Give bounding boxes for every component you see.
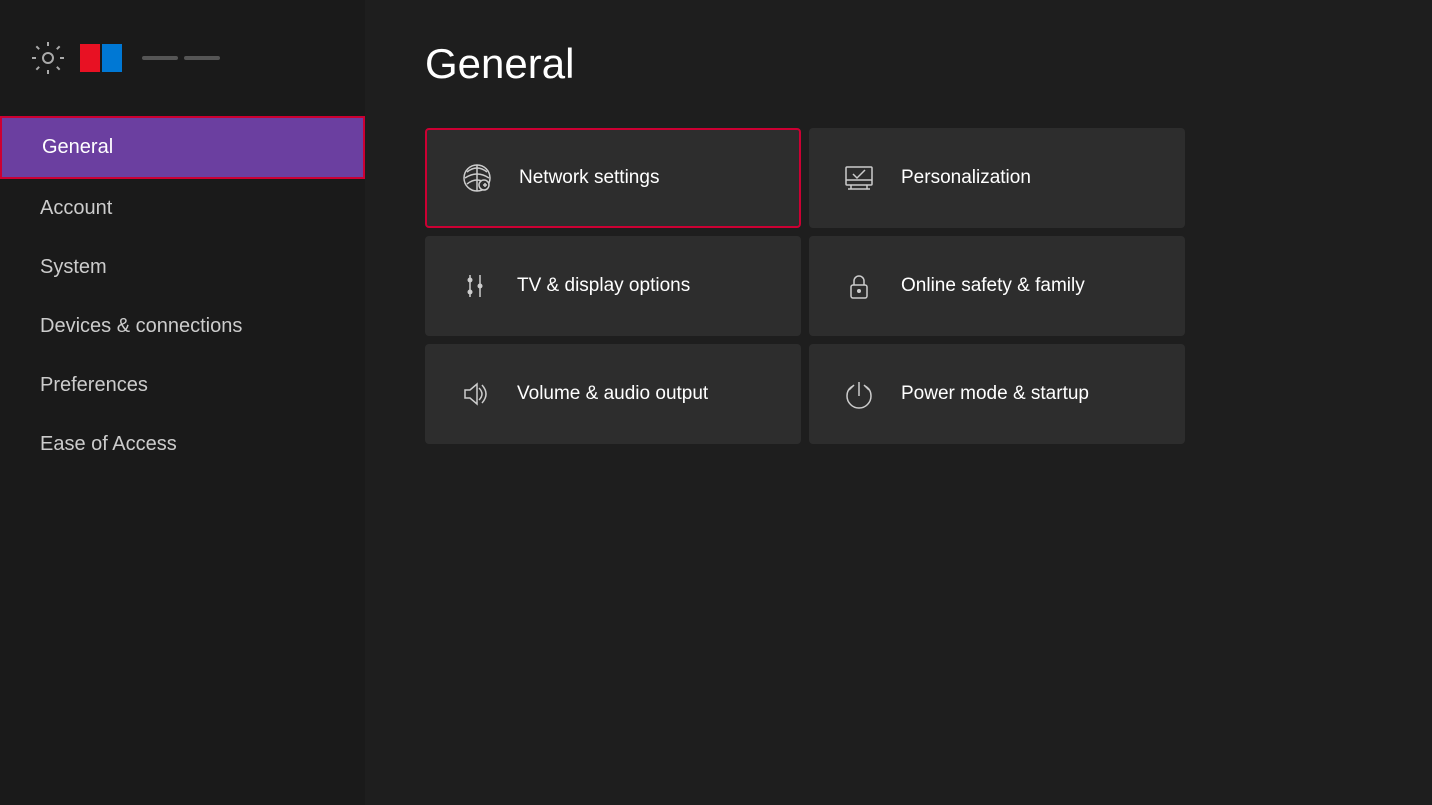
sidebar-header bbox=[0, 30, 365, 106]
tile-tv-display-label: TV & display options bbox=[517, 274, 690, 299]
dash-1 bbox=[142, 56, 178, 60]
sidebar-nav: General Account System Devices & connect… bbox=[0, 106, 365, 484]
volume-icon bbox=[457, 376, 493, 412]
tile-power-mode[interactable]: Power mode & startup bbox=[809, 344, 1185, 444]
tile-tv-display[interactable]: TV & display options bbox=[425, 236, 801, 336]
tile-network-settings[interactable]: Network settings bbox=[425, 128, 801, 228]
power-icon bbox=[841, 376, 877, 412]
display-icon bbox=[457, 268, 493, 304]
logo-red bbox=[80, 44, 100, 72]
tile-volume-audio[interactable]: Volume & audio output bbox=[425, 344, 801, 444]
dash-group bbox=[142, 56, 220, 60]
main-content: General Network settings bbox=[365, 0, 1432, 805]
lock-icon bbox=[841, 268, 877, 304]
personalization-icon bbox=[841, 160, 877, 196]
logo bbox=[80, 44, 122, 72]
sidebar-item-ease-of-access[interactable]: Ease of Access bbox=[0, 415, 365, 474]
sidebar-item-general[interactable]: General bbox=[0, 116, 365, 179]
gear-icon bbox=[30, 40, 66, 76]
sidebar-item-account[interactable]: Account bbox=[0, 179, 365, 238]
sidebar-item-devices-connections[interactable]: Devices & connections bbox=[0, 297, 365, 356]
logo-blue bbox=[102, 44, 122, 72]
tile-online-safety[interactable]: Online safety & family bbox=[809, 236, 1185, 336]
sidebar-item-system[interactable]: System bbox=[0, 238, 365, 297]
tile-volume-audio-label: Volume & audio output bbox=[517, 382, 708, 407]
settings-grid: Network settings Personalization bbox=[425, 128, 1185, 444]
tile-personalization[interactable]: Personalization bbox=[809, 128, 1185, 228]
tile-power-mode-label: Power mode & startup bbox=[901, 382, 1089, 407]
sidebar-item-preferences[interactable]: Preferences bbox=[0, 356, 365, 415]
tile-network-settings-label: Network settings bbox=[519, 166, 659, 191]
page-title: General bbox=[425, 40, 1372, 88]
sidebar: General Account System Devices & connect… bbox=[0, 0, 365, 805]
dash-2 bbox=[184, 56, 220, 60]
tile-personalization-label: Personalization bbox=[901, 166, 1031, 191]
network-icon bbox=[459, 160, 495, 196]
tile-online-safety-label: Online safety & family bbox=[901, 274, 1085, 299]
